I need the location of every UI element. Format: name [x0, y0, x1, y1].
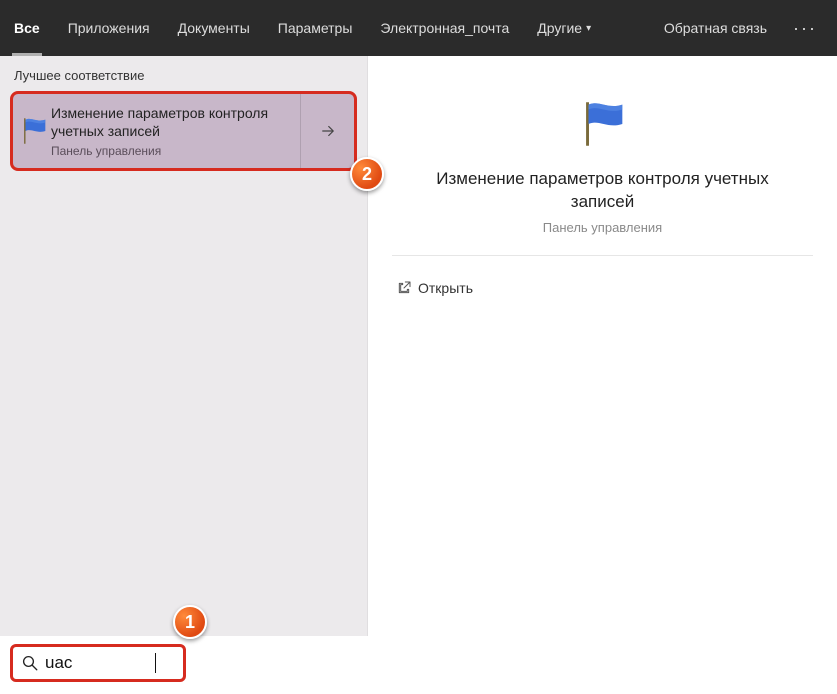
result-title: Изменение параметров контроля учетных за…	[51, 104, 292, 140]
tab-documents[interactable]: Документы	[164, 0, 264, 56]
result-main[interactable]: Изменение параметров контроля учетных за…	[13, 94, 300, 168]
annotation-badge-2: 2	[350, 157, 384, 191]
tab-label: Все	[14, 20, 40, 36]
tab-label: Параметры	[278, 20, 353, 36]
tab-email[interactable]: Электронная_почта	[366, 0, 523, 56]
preview-header: Изменение параметров контроля учетных за…	[392, 74, 813, 256]
search-bar-area	[0, 636, 186, 690]
chevron-down-icon: ▾	[586, 23, 591, 34]
best-match-header: Лучшее соответствие	[0, 56, 367, 91]
flag-icon	[17, 114, 51, 148]
tab-label: Приложения	[68, 20, 150, 36]
preview-actions: Открыть	[392, 256, 813, 320]
feedback-link[interactable]: Обратная связь	[650, 0, 781, 56]
flag-icon	[571, 92, 635, 156]
result-expand-button[interactable]	[300, 94, 354, 168]
tab-label: Другие	[537, 20, 582, 36]
tab-label: Документы	[178, 20, 250, 36]
preview-panel: Изменение параметров контроля учетных за…	[368, 56, 837, 636]
search-box[interactable]	[10, 644, 186, 682]
best-match-result[interactable]: Изменение параметров контроля учетных за…	[10, 91, 357, 171]
top-nav-bar: Все Приложения Документы Параметры Элект…	[0, 0, 837, 56]
open-label: Открыть	[418, 280, 473, 296]
result-subtitle: Панель управления	[51, 144, 292, 158]
feedback-label: Обратная связь	[664, 20, 767, 36]
open-icon	[396, 280, 418, 296]
more-menu-button[interactable]: ···	[781, 0, 829, 56]
preview-title: Изменение параметров контроля учетных за…	[423, 168, 783, 214]
filter-tabs: Все Приложения Документы Параметры Элект…	[0, 0, 605, 56]
annotation-badge-1: 1	[173, 605, 207, 639]
tab-settings[interactable]: Параметры	[264, 0, 367, 56]
main-area: Лучшее соответствие Изменение параметров…	[0, 56, 837, 636]
tab-apps[interactable]: Приложения	[54, 0, 164, 56]
text-caret	[155, 653, 156, 673]
search-icon	[21, 654, 39, 672]
more-icon: ···	[793, 18, 817, 39]
results-panel: Лучшее соответствие Изменение параметров…	[0, 56, 368, 636]
preview-subtitle: Панель управления	[543, 220, 662, 235]
search-input[interactable]	[45, 653, 155, 673]
open-action[interactable]: Открыть	[392, 270, 813, 306]
tab-all[interactable]: Все	[0, 0, 54, 56]
result-text: Изменение параметров контроля учетных за…	[51, 104, 292, 158]
tab-label: Электронная_почта	[380, 20, 509, 36]
tab-more[interactable]: Другие ▾	[523, 0, 605, 56]
arrow-right-icon	[319, 122, 337, 140]
